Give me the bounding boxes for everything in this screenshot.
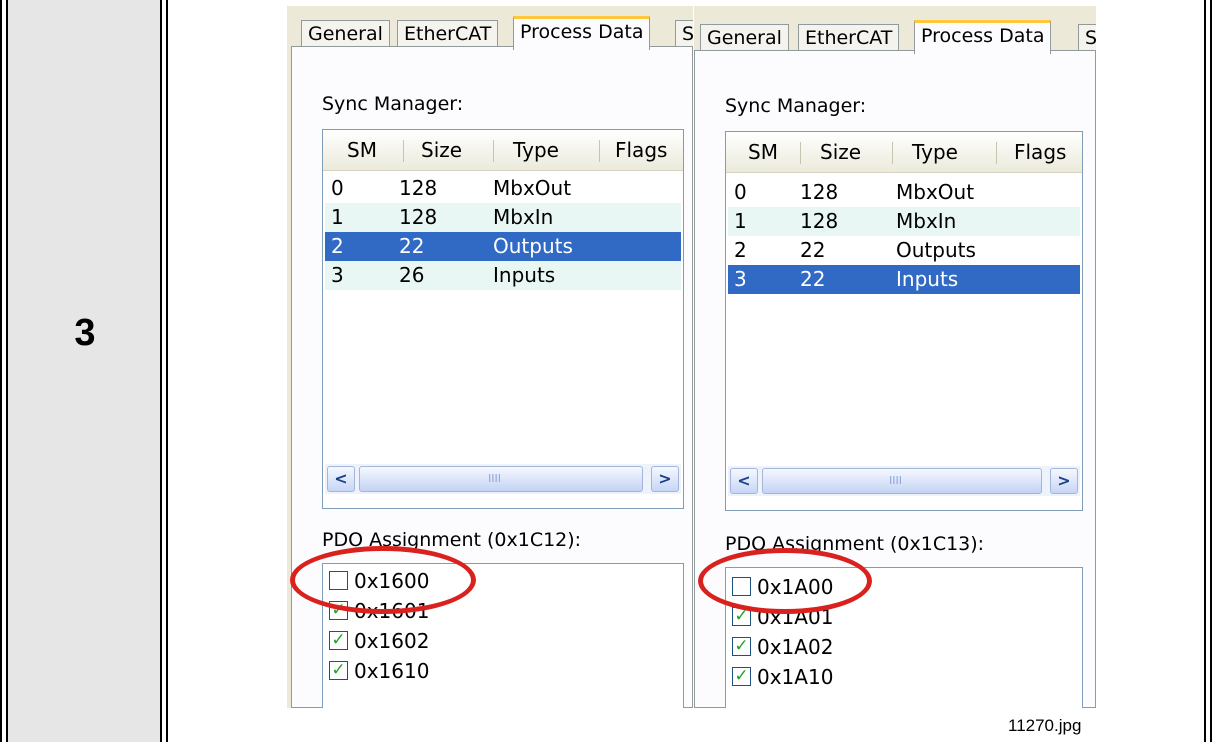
table-row[interactable]: 0 128 MbxOut <box>325 174 681 203</box>
step-cell <box>8 0 160 742</box>
pdo-item-label: 0x1A10 <box>757 665 834 689</box>
cell-type: Inputs <box>896 267 959 291</box>
scroll-grip: IIII <box>889 474 902 487</box>
tab-ethercat[interactable]: EtherCAT <box>397 20 499 47</box>
cell-sm: 3 <box>331 263 344 287</box>
table-row-selected[interactable]: 3 22 Inputs <box>728 265 1080 294</box>
cell-size: 128 <box>800 209 839 233</box>
table-border-right <box>1210 0 1212 742</box>
tab-strip: General EtherCAT S Process Data <box>694 6 1096 54</box>
table-divider-inner <box>166 0 168 742</box>
scroll-thumb[interactable]: IIII <box>359 466 643 492</box>
tab-process-data[interactable]: Process Data <box>513 16 651 50</box>
scroll-thumb[interactable]: IIII <box>762 468 1042 494</box>
highlight-ellipse-left <box>290 546 476 614</box>
column-header-flags[interactable]: Flags <box>615 138 667 162</box>
pdo-item-label: 0x1610 <box>354 659 430 683</box>
sync-manager-label: Sync Manager: <box>322 93 464 115</box>
checkbox-checked[interactable]: ✓ <box>329 661 348 680</box>
cell-type: Outputs <box>896 238 976 262</box>
tab-ethercat[interactable]: EtherCAT <box>798 24 900 51</box>
cell-sm: 3 <box>734 267 747 291</box>
table-border-left <box>0 0 2 742</box>
column-header-type[interactable]: Type <box>513 138 559 162</box>
tab-process-data[interactable]: Process Data <box>914 20 1052 54</box>
sync-manager-label: Sync Manager: <box>725 95 867 117</box>
column-header-sm[interactable]: SM <box>347 138 377 162</box>
table-row[interactable]: 1 128 MbxIn <box>728 207 1080 236</box>
cell-size: 128 <box>399 176 438 200</box>
horizontal-scrollbar[interactable]: < IIII > <box>325 464 681 494</box>
table-row[interactable]: 2 22 Outputs <box>728 236 1080 265</box>
cell-size: 128 <box>399 205 438 229</box>
file-name-label: 11270.jpg <box>1008 716 1082 735</box>
pdo-item[interactable]: ✓ 0x1602 <box>329 626 429 656</box>
scroll-grip: IIII <box>488 472 501 485</box>
cell-type: Outputs <box>493 234 573 258</box>
cell-type: Inputs <box>493 263 556 287</box>
cell-sm: 0 <box>734 180 747 204</box>
table-border-right-inner <box>1204 0 1206 742</box>
table-row-selected[interactable]: 2 22 Outputs <box>325 232 681 261</box>
sync-manager-list[interactable]: SM Size Type Flags 0 128 MbxOut 1 128 Mb… <box>725 131 1083 511</box>
table-row[interactable]: 0 128 MbxOut <box>728 178 1080 207</box>
checkbox-checked[interactable]: ✓ <box>732 637 751 656</box>
scroll-left-button[interactable]: < <box>327 466 355 492</box>
tab-general[interactable]: General <box>301 20 390 47</box>
scroll-left-button[interactable]: < <box>730 468 758 494</box>
list-header: SM Size Type Flags <box>726 132 1082 173</box>
table-divider <box>160 0 162 742</box>
checkbox-checked[interactable]: ✓ <box>732 667 751 686</box>
cell-sm: 2 <box>734 238 747 262</box>
cell-sm: 2 <box>331 234 344 258</box>
cell-sm: 1 <box>734 209 747 233</box>
column-header-size[interactable]: Size <box>820 140 861 164</box>
cell-sm: 0 <box>331 176 344 200</box>
column-header-flags[interactable]: Flags <box>1014 140 1066 164</box>
sync-manager-list[interactable]: SM Size Type Flags 0 128 MbxOut 1 128 Mb… <box>322 129 684 509</box>
pdo-item[interactable]: ✓ 0x1A10 <box>732 662 833 692</box>
cell-size: 22 <box>800 238 826 262</box>
step-number: 3 <box>74 312 96 354</box>
cell-size: 128 <box>800 180 839 204</box>
cell-type: MbxIn <box>493 205 554 229</box>
pdo-item[interactable]: ✓ 0x1A02 <box>732 632 833 662</box>
cell-type: MbxOut <box>896 180 975 204</box>
column-header-type[interactable]: Type <box>912 140 958 164</box>
column-header-size[interactable]: Size <box>421 138 462 162</box>
cell-size: 22 <box>399 234 425 258</box>
cell-size: 26 <box>399 263 425 287</box>
pdo-item-label: 0x1602 <box>354 629 430 653</box>
scroll-right-button[interactable]: > <box>651 466 679 492</box>
list-header: SM Size Type Flags <box>323 130 683 171</box>
tab-strip: General EtherCAT S Process Data <box>287 6 693 50</box>
pdo-item[interactable]: ✓ 0x1610 <box>329 656 429 686</box>
tab-startup-partial[interactable]: S <box>1078 24 1096 51</box>
cell-type: MbxIn <box>896 209 957 233</box>
scroll-right-button[interactable]: > <box>1050 468 1078 494</box>
highlight-ellipse-right <box>698 548 872 614</box>
tab-general[interactable]: General <box>700 24 789 51</box>
column-header-sm[interactable]: SM <box>748 140 778 164</box>
pdo-item-label: 0x1A02 <box>757 635 834 659</box>
cell-size: 22 <box>800 267 826 291</box>
tab-startup-partial[interactable]: S <box>675 20 693 47</box>
cell-type: MbxOut <box>493 176 572 200</box>
horizontal-scrollbar[interactable]: < IIII > <box>728 466 1080 496</box>
checkbox-checked[interactable]: ✓ <box>329 631 348 650</box>
cell-sm: 1 <box>331 205 344 229</box>
table-row[interactable]: 1 128 MbxIn <box>325 203 681 232</box>
table-row[interactable]: 3 26 Inputs <box>325 261 681 290</box>
